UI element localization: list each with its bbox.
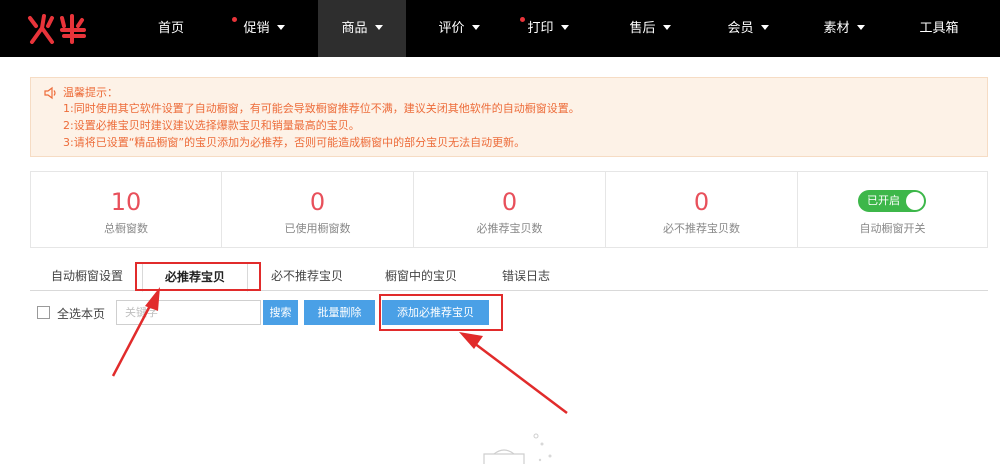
annotation-arrow — [111, 287, 160, 377]
empty-box-illustration — [483, 433, 552, 464]
annotation-arrows — [111, 287, 568, 414]
annotation-arrow — [459, 332, 568, 414]
